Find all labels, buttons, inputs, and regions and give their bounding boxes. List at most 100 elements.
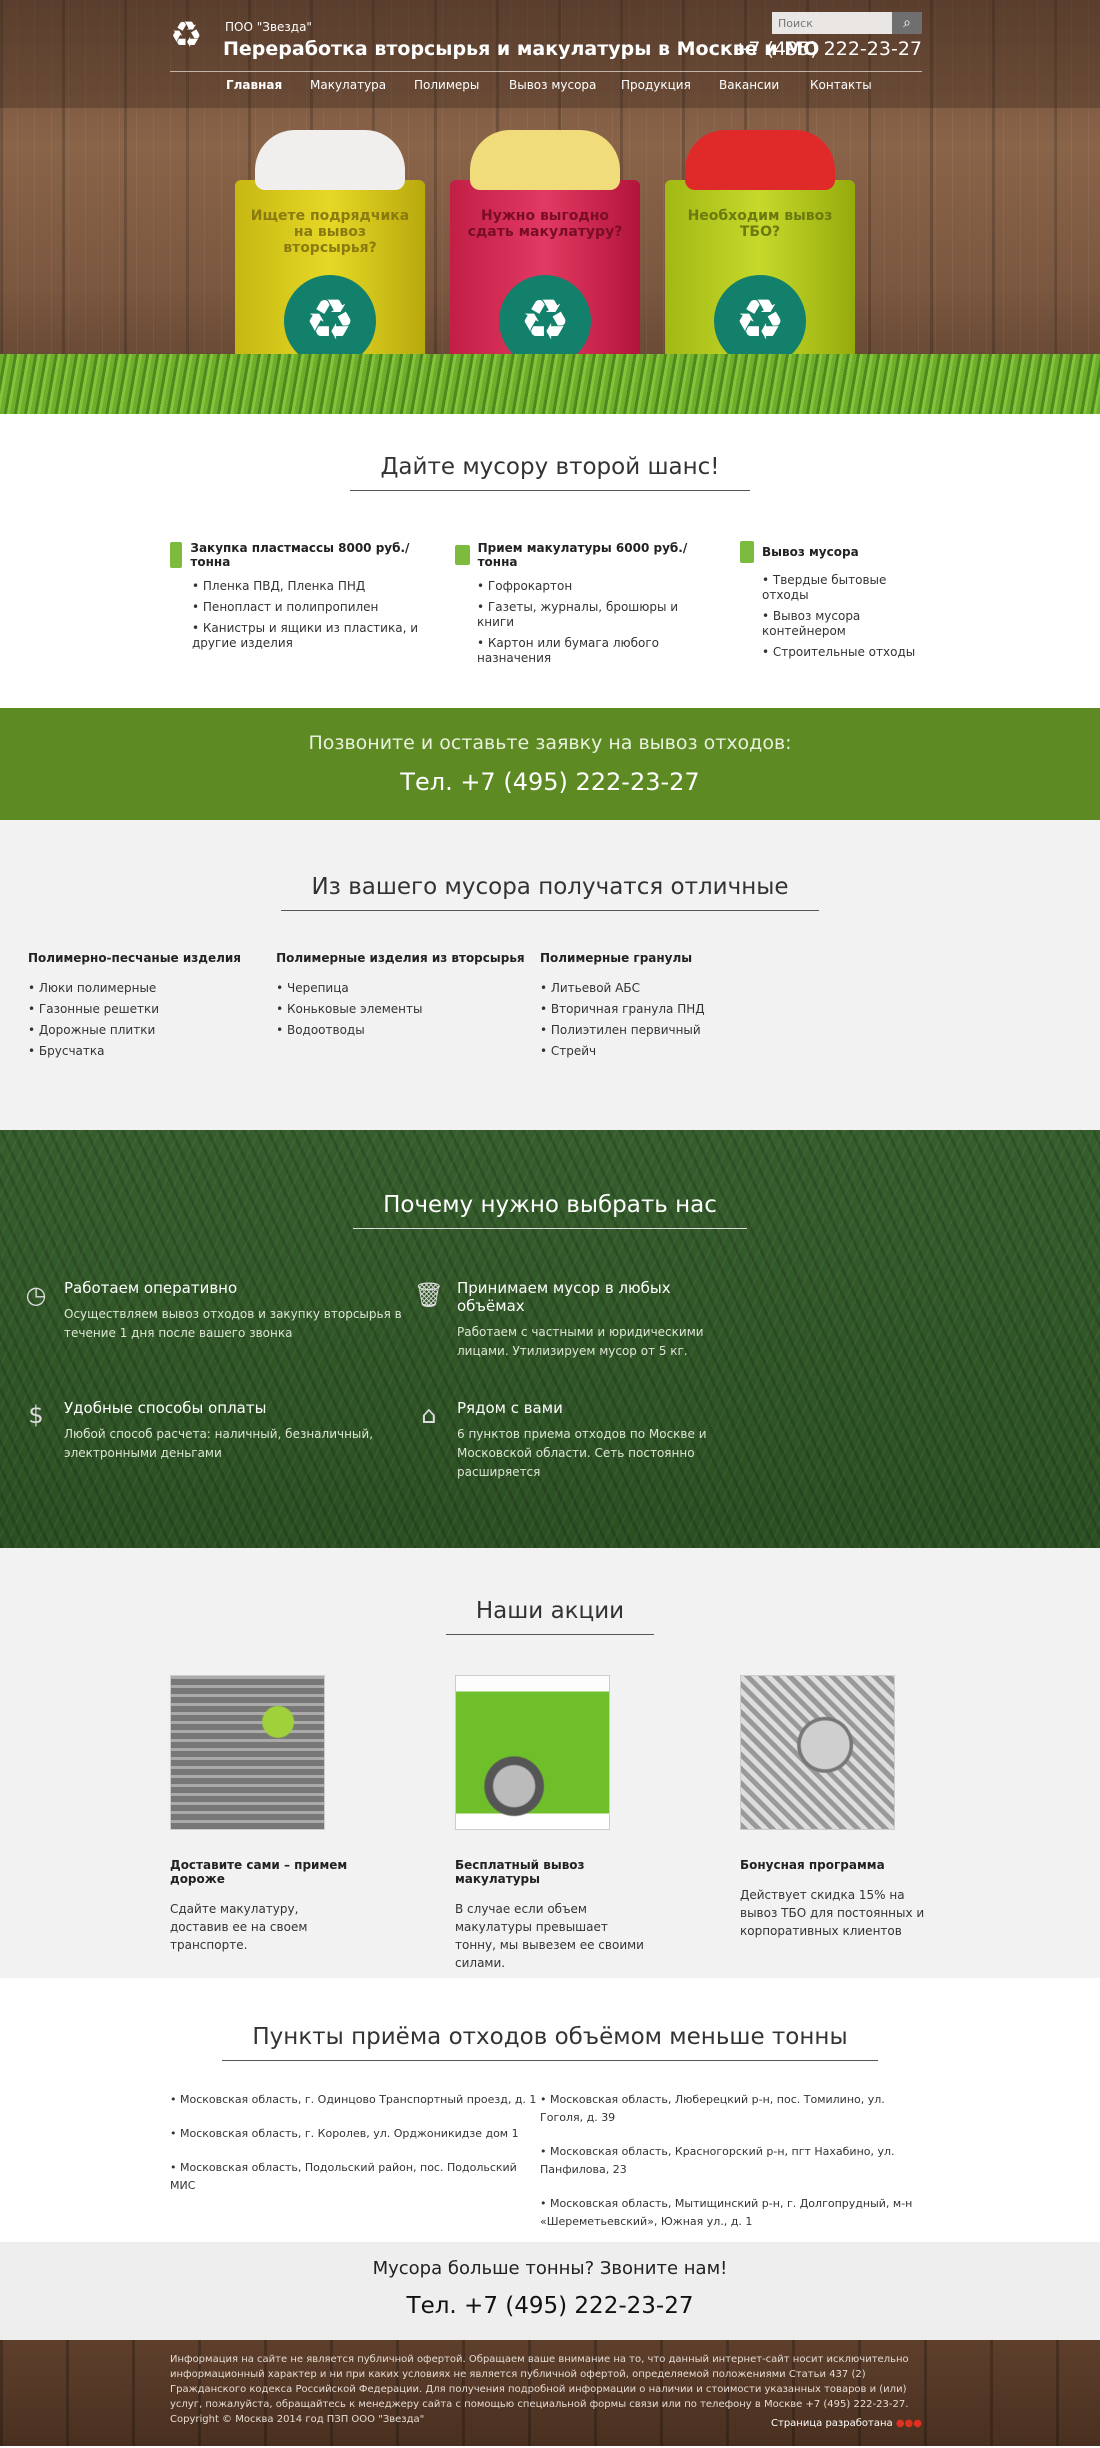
section-title: Почему нужно выбрать нас (0, 1192, 1100, 1229)
org-name: ПОО "Звезда" (225, 20, 312, 34)
section-title: Пункты приёма отходов объёмом меньше тон… (0, 2024, 1100, 2061)
developer-credit[interactable]: Страница разработана ●●● (771, 2418, 922, 2429)
why-section: Почему нужно выбрать нас ◷ Работаем опер… (0, 1130, 1100, 1548)
products-columns: Полимерно-песчаные изделия Люки полимерн… (28, 951, 788, 1065)
promo-image[interactable] (740, 1675, 895, 1830)
call-text: Позвоните и оставьте заявку на вывоз отх… (308, 732, 792, 754)
address-item: Московская область, Люберецкий р-н, пос.… (540, 2091, 930, 2127)
points-section: Пункты приёма отходов объёмом меньше тон… (0, 1978, 1100, 2242)
nav-paper[interactable]: Макулатура (310, 78, 414, 92)
header: ♻ ПОО "Звезда" Переработка вторсырья и м… (170, 0, 930, 108)
promo-title[interactable]: Бонусная программа (740, 1858, 930, 1872)
address-item: Московская область, Красногорский р-н, п… (540, 2143, 930, 2179)
list-item: Полиэтилен первичный (540, 1023, 788, 1037)
call-band-2: Мусора больше тонны? Звоните нам! Тел. +… (0, 2242, 1100, 2340)
call-phone[interactable]: Тел. +7 (495) 222-23-27 (0, 768, 1100, 796)
trash-icon: 🗑 (413, 1281, 445, 1309)
service-paper: Прием макулатуры 6000 руб./тонна Гофрока… (455, 541, 705, 672)
header-phone[interactable]: +7 (495) 222-23-27 (732, 38, 922, 60)
why-item: ◷ Работаем оперативно Осуществляем вывоз… (20, 1279, 413, 1399)
search-icon: ⌕ (903, 15, 911, 31)
product-group: Полимерные изделия из вторсырья Черепица… (276, 951, 540, 1065)
promo-title[interactable]: Доставите сами – примем дороже (170, 1858, 360, 1886)
list-item: Газонные решетки (28, 1002, 276, 1016)
list-item: Пенопласт и полипропилен (192, 600, 420, 615)
service-plastic: Закупка пластмассы 8000 руб./тонна Пленк… (170, 541, 420, 672)
why-item: $ Удобные способы оплаты Любой способ ра… (20, 1399, 413, 1519)
list-item: Люки полимерные (28, 981, 276, 995)
nav-contacts[interactable]: Контакты (810, 78, 872, 92)
address-item: Московская область, г. Королев, ул. Ордж… (170, 2125, 540, 2143)
list-item: Твердые бытовые отходы (762, 573, 930, 603)
nav-home[interactable]: Главная (226, 78, 310, 92)
recycle-logo-icon[interactable]: ♻ (170, 18, 206, 54)
developer-logo[interactable]: ●●● (896, 2418, 922, 2429)
promo-columns: Доставите сами – примем дороже Сдайте ма… (170, 1675, 930, 1972)
grass-strip (0, 354, 1100, 414)
search-box: ⌕ (772, 12, 922, 34)
points-columns: Московская область, г. Одинцово Транспор… (170, 2091, 930, 2247)
hero: ♻ ПОО "Звезда" Переработка вторсырья и м… (0, 0, 1100, 414)
promos-section: Наши акции Доставите сами – примем дорож… (0, 1548, 1100, 1978)
list-item: Вторичная гранула ПНД (540, 1002, 788, 1016)
product-group: Полимерные гранулы Литьевой АБС Вторична… (540, 951, 788, 1065)
services-columns: Закупка пластмассы 8000 руб./тонна Пленк… (170, 541, 930, 672)
why-grid: ◷ Работаем оперативно Осуществляем вывоз… (20, 1279, 780, 1519)
paper-icon (455, 545, 470, 565)
promo-card: Доставите сами – примем дороже Сдайте ма… (170, 1675, 360, 1972)
header-divider (170, 71, 922, 72)
service-removal: Вывоз мусора Твердые бытовые отходы Выво… (740, 541, 930, 672)
address-item: Московская область, Мытищинский р-н, г. … (540, 2195, 930, 2231)
promo-card: Бесплатный вывоз макулатуры В случае есл… (455, 1675, 645, 1972)
nav-polymers[interactable]: Полимеры (414, 78, 509, 92)
site-title: Переработка вторсырья и макулатуры в Мос… (223, 38, 820, 60)
clock-icon: ◷ (25, 1281, 47, 1309)
points-right: Московская область, Люберецкий р-н, пос.… (540, 2091, 930, 2247)
nav-vacancies[interactable]: Вакансии (719, 78, 810, 92)
list-item: Картон или бумага любого назначения (477, 636, 705, 666)
list-item: Черепица (276, 981, 540, 995)
promo-image[interactable] (170, 1675, 325, 1830)
promo-image[interactable] (455, 1675, 610, 1830)
coins-icon: $ (28, 1401, 44, 1429)
bucket-text: Необходим вывоз ТБО? (687, 208, 833, 240)
bottle-icon (170, 542, 183, 568)
list-item: Гофрокартон (477, 579, 705, 594)
footer-disclaimer: Информация на сайте не является публично… (170, 2354, 909, 2425)
promo-title[interactable]: Бесплатный вывоз макулатуры (455, 1858, 645, 1886)
bucket-text: Нужно выгодно сдать макулатуру? (467, 208, 623, 240)
promo-card: Бонусная программа Действует скидка 15% … (740, 1675, 930, 1972)
main-nav: Главная Макулатура Полимеры Вывоз мусора… (170, 78, 872, 92)
product-group: Полимерно-песчаные изделия Люки полимерн… (28, 951, 276, 1065)
call-phone[interactable]: Тел. +7 (495) 222-23-27 (0, 2293, 1100, 2319)
nav-products[interactable]: Продукция (621, 78, 719, 92)
section-title: Наши акции (0, 1598, 1100, 1635)
section-title: Дайте мусору второй шанс! (0, 454, 1100, 491)
list-item: Дорожные плитки (28, 1023, 276, 1037)
list-item: Стрейч (540, 1044, 788, 1058)
footer: Информация на сайте не является публично… (0, 2340, 1100, 2446)
bin-icon (740, 541, 754, 563)
services-section: Дайте мусору второй шанс! Закупка пластм… (0, 414, 1100, 708)
list-item: Строительные отходы (762, 645, 930, 660)
why-item: ⌂ Рядом с вами 6 пунктов приема отходов … (413, 1399, 713, 1519)
home-icon: ⌂ (421, 1401, 437, 1429)
list-item: Брусчатка (28, 1044, 276, 1058)
list-item: Пленка ПВД, Пленка ПНД (192, 579, 420, 594)
list-item: Канистры и ящики из пластика, и другие и… (192, 621, 420, 651)
products-section: Из вашего мусора получатся отличные Поли… (0, 820, 1100, 1130)
address-item: Московская область, г. Одинцово Транспор… (170, 2091, 540, 2109)
points-left: Московская область, г. Одинцово Транспор… (170, 2091, 540, 2247)
call-band: Позвоните и оставьте заявку на вывоз отх… (0, 708, 1100, 820)
search-input[interactable] (772, 12, 892, 34)
list-item: Газеты, журналы, брошюры и книги (477, 600, 705, 630)
list-item: Коньковые элементы (276, 1002, 540, 1016)
list-item: Вывоз мусора контейнером (762, 609, 930, 639)
bucket-text: Ищете подрядчика на вывоз вторсырья? (250, 208, 410, 256)
section-title: Из вашего мусора получатся отличные (0, 874, 1100, 911)
call-text: Мусора больше тонны? Звоните нам! (372, 2258, 728, 2279)
search-button[interactable]: ⌕ (892, 12, 922, 34)
why-item: 🗑 Принимаем мусор в любых объёмах Работа… (413, 1279, 704, 1358)
nav-waste-removal[interactable]: Вывоз мусора (509, 78, 621, 92)
list-item: Литьевой АБС (540, 981, 788, 995)
